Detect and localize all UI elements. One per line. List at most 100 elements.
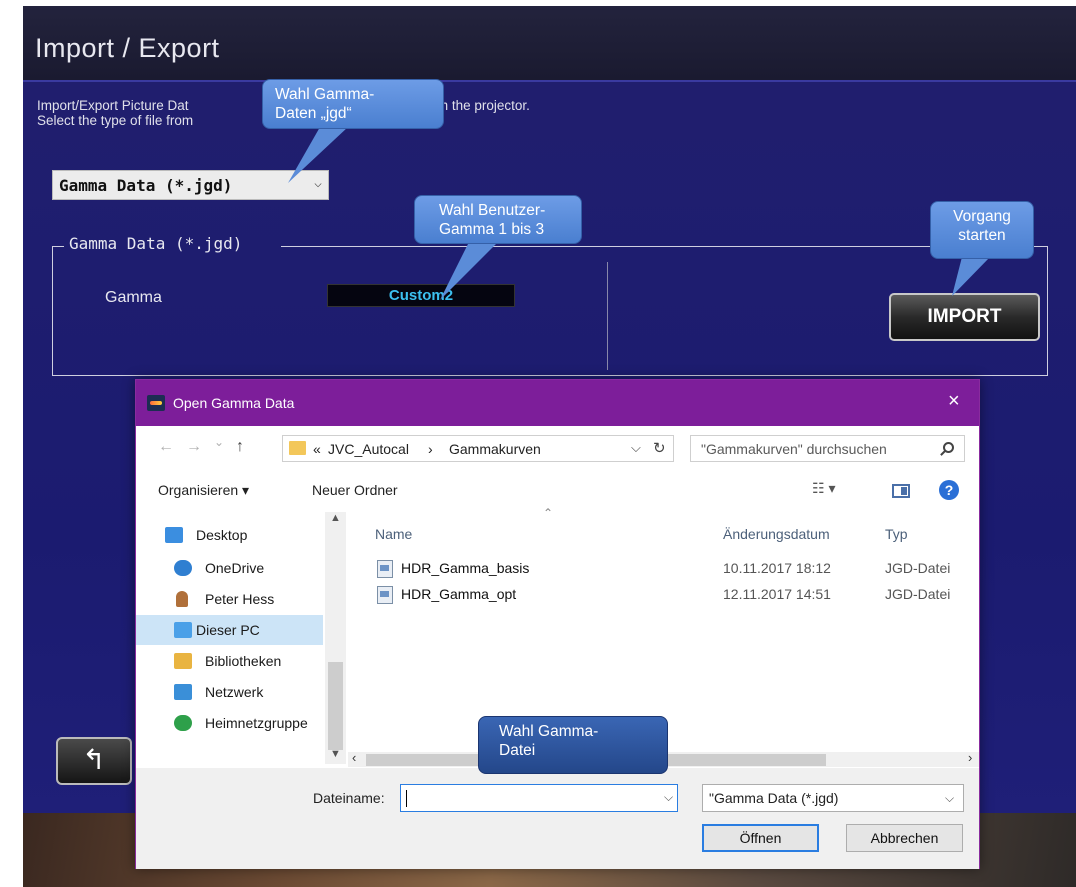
file-icon <box>377 560 393 578</box>
refresh-icon[interactable]: ↻ <box>653 439 666 457</box>
chevron-down-icon: ⌵ <box>945 791 955 805</box>
forward-arrow-icon[interactable]: → <box>186 438 202 456</box>
app-header: Import / Export <box>23 6 1076 80</box>
breadcrumb-separator: › <box>428 441 433 457</box>
annotation-text: Wahl Gamma- <box>275 86 375 103</box>
annotation-select-file: Wahl Gamma- Datei <box>478 716 668 774</box>
chevron-down-icon[interactable]: ⌵ <box>631 440 641 456</box>
navigation-pane: Desktop OneDrive Peter Hess Dieser PC Bi… <box>136 512 346 764</box>
up-arrow-icon[interactable]: ↑ <box>236 438 244 456</box>
desktop-icon <box>165 527 183 543</box>
page-title: Import / Export <box>35 33 220 63</box>
scrollbar-thumb[interactable] <box>328 662 343 750</box>
annotation-text: Wahl Gamma- <box>499 723 599 740</box>
file-row[interactable]: HDR_Gamma_basis 10.11.2017 18:12 JGD-Dat… <box>348 558 979 580</box>
search-input[interactable]: "Gammakurven" durchsuchen <box>690 435 965 462</box>
file-date: 12.11.2017 14:51 <box>723 586 831 602</box>
sidebar-item-label: Heimnetzgruppe <box>205 715 308 731</box>
annotation-start-process: Vorgang starten <box>930 201 1034 259</box>
file-date: 10.11.2017 18:12 <box>723 560 831 576</box>
scroll-down-icon[interactable]: ▼ <box>330 748 341 760</box>
sidebar-item-label: Bibliotheken <box>205 653 282 669</box>
breadcrumb-overflow[interactable]: « <box>313 441 321 457</box>
annotation-text: Daten „jgd“ <box>275 105 352 122</box>
breadcrumb-jvc-autocal[interactable]: JVC_Autocal <box>328 441 409 457</box>
network-icon <box>174 684 192 700</box>
sidebar-item-label: OneDrive <box>205 560 265 576</box>
homegroup-icon <box>174 715 192 731</box>
sidebar-item-label: Desktop <box>196 527 248 543</box>
annotation-select-type: Wahl Gamma- Daten „jgd“ <box>262 79 444 129</box>
file-row[interactable]: HDR_Gamma_opt 12.11.2017 14:51 JGD-Datei <box>348 584 979 606</box>
sidebar-item-label: Dieser PC <box>196 622 260 638</box>
organize-button[interactable]: Organisieren ▾ <box>158 482 249 499</box>
address-row: ← → ⌄ ↑ « JVC_Autocal › Gammakurven ⌵ ↻ … <box>136 426 979 472</box>
address-bar[interactable]: « JVC_Autocal › Gammakurven ⌵ ↻ <box>282 435 674 462</box>
sidebar-item-onedrive[interactable]: OneDrive <box>174 553 325 583</box>
help-icon[interactable]: ? <box>939 480 959 500</box>
gamma-value-field[interactable]: Custom2 <box>327 284 515 307</box>
search-icon <box>943 442 954 453</box>
filename-label: Dateiname: <box>313 790 385 806</box>
back-arrow-icon[interactable]: ← <box>158 438 174 456</box>
file-type: JGD-Datei <box>885 586 951 602</box>
annotation-text: Datei <box>499 742 536 759</box>
gamma-label: Gamma <box>105 289 162 306</box>
sidebar-item-heimnetzgruppe[interactable]: Heimnetzgruppe <box>174 708 325 738</box>
search-placeholder: "Gammakurven" durchsuchen <box>701 441 887 457</box>
breadcrumb-gammakurven[interactable]: Gammakurven <box>449 441 541 457</box>
scroll-left-icon[interactable]: ‹ <box>352 750 356 765</box>
sidebar-item-dieser-pc[interactable]: Dieser PC <box>136 615 323 645</box>
column-header-type[interactable]: Typ <box>885 526 908 542</box>
sort-ascending-icon: ⌃ <box>543 506 554 520</box>
group-divider <box>607 262 608 370</box>
back-button[interactable]: ↰ <box>56 737 132 785</box>
sidebar-item-desktop[interactable]: Desktop <box>165 520 337 550</box>
navigation-scrollbar[interactable]: ▲ ▼ <box>325 512 346 764</box>
view-options-button[interactable]: ☷ ▾ <box>812 480 835 497</box>
column-header-date[interactable]: Änderungsdatum <box>723 526 830 542</box>
computer-icon <box>174 622 192 638</box>
column-header-name[interactable]: Name <box>375 526 412 542</box>
chevron-down-icon: ⌵ <box>314 176 322 191</box>
scroll-up-icon[interactable]: ▲ <box>330 512 341 524</box>
sidebar-item-peter-hess[interactable]: Peter Hess <box>174 584 325 614</box>
annotation-text: starten <box>958 227 1006 244</box>
sidebar-item-label: Netzwerk <box>205 684 264 700</box>
sidebar-item-netzwerk[interactable]: Netzwerk <box>174 677 325 707</box>
gamma-data-group: Gamma Data (*.jgd) Gamma Custom2 IMPORT <box>52 234 1048 376</box>
recent-locations-icon[interactable]: ⌄ <box>214 435 224 449</box>
file-type: JGD-Datei <box>885 560 951 576</box>
annotation-text: Gamma 1 bis 3 <box>439 221 545 238</box>
cancel-button[interactable]: Abbrechen <box>846 824 963 852</box>
file-type-filter-select[interactable]: "Gamma Data (*.jgd) ⌵ <box>702 784 964 812</box>
close-icon[interactable]: × <box>948 390 960 413</box>
new-folder-button[interactable]: Neuer Ordner <box>312 482 398 498</box>
folder-icon <box>289 441 306 455</box>
open-file-dialog: Open Gamma Data × ← → ⌄ ↑ « JVC_Autocal … <box>135 379 980 869</box>
preview-pane-icon[interactable] <box>892 484 910 498</box>
file-name: HDR_Gamma_opt <box>401 586 517 602</box>
file-type-select[interactable]: Gamma Data (*.jgd) ⌵ <box>52 170 329 200</box>
file-type-filter-value: "Gamma Data (*.jgd) <box>709 790 839 806</box>
header-divider <box>23 80 1076 82</box>
open-button[interactable]: Öffnen <box>702 824 819 852</box>
group-border <box>52 246 64 247</box>
scroll-right-icon[interactable]: › <box>968 750 972 765</box>
import-button[interactable]: IMPORT <box>889 293 1040 341</box>
file-icon <box>377 586 393 604</box>
file-name: HDR_Gamma_basis <box>401 560 530 576</box>
dialog-titlebar: Open Gamma Data × <box>136 380 979 426</box>
dialog-toolbar: Organisieren ▾ Neuer Ordner ☷ ▾ ? <box>136 472 979 510</box>
dialog-footer: Dateiname: ⌵ "Gamma Data (*.jgd) ⌵ Öffne… <box>136 768 979 869</box>
group-title: Gamma Data (*.jgd) <box>69 234 243 253</box>
file-type-select-value: Gamma Data (*.jgd) <box>59 176 233 195</box>
filename-input[interactable] <box>400 784 678 812</box>
sidebar-item-bibliotheken[interactable]: Bibliotheken <box>174 646 325 676</box>
user-icon <box>176 591 188 607</box>
annotation-text: Vorgang <box>953 208 1011 225</box>
chevron-down-icon[interactable]: ⌵ <box>664 790 673 805</box>
sidebar-item-label: Peter Hess <box>205 591 275 607</box>
description-line-2: Select the type of file from <box>37 113 194 128</box>
annotation-text: Wahl Benutzer- <box>439 202 546 219</box>
